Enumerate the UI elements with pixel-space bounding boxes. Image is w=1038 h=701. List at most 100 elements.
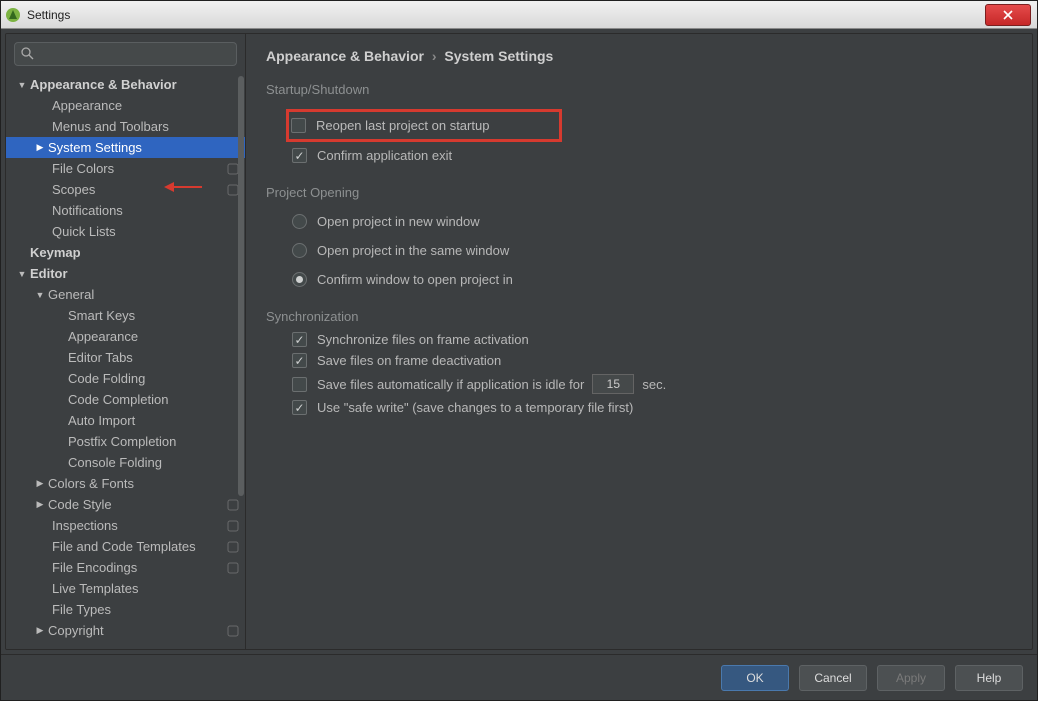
titlebar: Settings [1, 1, 1037, 29]
tree-editor[interactable]: ▼Editor [6, 263, 245, 284]
content-area: ▼Appearance & Behavior Appearance Menus … [5, 33, 1033, 650]
ok-button[interactable]: OK [721, 665, 789, 691]
tree-label: Editor Tabs [68, 350, 133, 365]
close-icon [1003, 10, 1013, 20]
label-safe-write: Use "safe write" (save changes to a temp… [317, 400, 633, 415]
label-save-auto-prefix: Save files automatically if application … [317, 377, 584, 392]
tree-label: Keymap [30, 245, 81, 260]
tree-general[interactable]: ▼General [6, 284, 245, 305]
tree-auto-import[interactable]: Auto Import [6, 410, 245, 431]
chevron-right-icon: ▶ [34, 625, 46, 636]
tree-label: Live Templates [52, 581, 138, 596]
settings-window: Settings ▼Appearance & Behavior Appearan… [0, 0, 1038, 701]
radio-open-new-window[interactable] [292, 214, 307, 229]
sidebar: ▼Appearance & Behavior Appearance Menus … [6, 34, 246, 649]
tree-file-colors[interactable]: File Colors [6, 158, 245, 179]
tree-label: File and Code Templates [52, 539, 196, 554]
checkbox-save-auto[interactable] [292, 377, 307, 392]
annotation-highlight: Reopen last project on startup [286, 109, 562, 142]
tree-file-types[interactable]: File Types [6, 599, 245, 620]
tree-live-templates[interactable]: Live Templates [6, 578, 245, 599]
tree-label: Copyright [48, 623, 104, 638]
tree-appearance-behavior[interactable]: ▼Appearance & Behavior [6, 74, 245, 95]
breadcrumb-separator-icon: › [432, 48, 437, 64]
search-input[interactable] [14, 42, 237, 66]
checkbox-reopen-last[interactable] [291, 118, 306, 133]
tree-label: Appearance [68, 329, 138, 344]
cancel-button[interactable]: Cancel [799, 665, 867, 691]
tree-label: Code Folding [68, 371, 145, 386]
section-startup: Startup/Shutdown [266, 82, 1012, 97]
section-project-opening: Project Opening [266, 185, 1012, 200]
label-sync-frame: Synchronize files on frame activation [317, 332, 529, 347]
search-wrap [6, 34, 245, 74]
label-reopen-last: Reopen last project on startup [316, 118, 489, 133]
label-confirm-exit: Confirm application exit [317, 148, 452, 163]
help-button[interactable]: Help [955, 665, 1023, 691]
tree-inspections[interactable]: Inspections [6, 515, 245, 536]
tree-label: Auto Import [68, 413, 135, 428]
tree-system-settings[interactable]: ▶System Settings [6, 137, 245, 158]
checkbox-safe-write[interactable] [292, 400, 307, 415]
breadcrumb: Appearance & Behavior › System Settings [266, 48, 1012, 64]
tree-label: Scopes [52, 182, 95, 197]
radio-confirm-window[interactable] [292, 272, 307, 287]
radio-open-same-window[interactable] [292, 243, 307, 258]
tree-quick-lists[interactable]: Quick Lists [6, 221, 245, 242]
chevron-right-icon: ▶ [34, 499, 46, 510]
tree-code-completion[interactable]: Code Completion [6, 389, 245, 410]
tree-file-encodings[interactable]: File Encodings [6, 557, 245, 578]
label-save-deactivation: Save files on frame deactivation [317, 353, 501, 368]
chevron-down-icon: ▼ [16, 269, 28, 279]
apply-button[interactable]: Apply [877, 665, 945, 691]
settings-tree[interactable]: ▼Appearance & Behavior Appearance Menus … [6, 74, 245, 649]
tree-label: Editor [30, 266, 68, 281]
tree-label: File Colors [52, 161, 114, 176]
chevron-down-icon: ▼ [16, 80, 28, 90]
checkbox-save-deactivation[interactable] [292, 353, 307, 368]
search-icon [20, 46, 34, 65]
chevron-right-icon: ▶ [34, 142, 46, 153]
tree-notifications[interactable]: Notifications [6, 200, 245, 221]
main-panel: Appearance & Behavior › System Settings … [246, 34, 1032, 649]
tree-appearance2[interactable]: Appearance [6, 326, 245, 347]
tree-label: Appearance [52, 98, 122, 113]
tree-label: Code Completion [68, 392, 168, 407]
label-save-auto-suffix: sec. [642, 377, 666, 392]
tree-postfix-completion[interactable]: Postfix Completion [6, 431, 245, 452]
close-button[interactable] [985, 4, 1031, 26]
tree-label: Inspections [52, 518, 118, 533]
tree-label: Notifications [52, 203, 123, 218]
tree-label: Console Folding [68, 455, 162, 470]
tree-console-folding[interactable]: Console Folding [6, 452, 245, 473]
tree-copyright[interactable]: ▶Copyright [6, 620, 245, 641]
tree-menus-toolbars[interactable]: Menus and Toolbars [6, 116, 245, 137]
tree-label: File Encodings [52, 560, 137, 575]
section-synchronization: Synchronization [266, 309, 1012, 324]
input-idle-seconds[interactable] [592, 374, 634, 394]
sidebar-scrollbar[interactable] [237, 76, 245, 649]
checkbox-sync-frame[interactable] [292, 332, 307, 347]
label-open-same-window: Open project in the same window [317, 243, 509, 258]
dialog-footer: OK Cancel Apply Help [1, 654, 1037, 700]
tree-code-folding[interactable]: Code Folding [6, 368, 245, 389]
tree-smart-keys[interactable]: Smart Keys [6, 305, 245, 326]
label-open-new-window: Open project in new window [317, 214, 480, 229]
tree-appearance[interactable]: Appearance [6, 95, 245, 116]
app-icon [5, 7, 21, 23]
checkbox-confirm-exit[interactable] [292, 148, 307, 163]
window-title: Settings [27, 8, 985, 22]
tree-label: File Types [52, 602, 111, 617]
tree-label: Smart Keys [68, 308, 135, 323]
tree-colors-fonts[interactable]: ▶Colors & Fonts [6, 473, 245, 494]
tree-keymap[interactable]: Keymap [6, 242, 245, 263]
tree-editor-tabs[interactable]: Editor Tabs [6, 347, 245, 368]
breadcrumb-leaf: System Settings [444, 48, 553, 64]
tree-file-code-templates[interactable]: File and Code Templates [6, 536, 245, 557]
tree-label: Menus and Toolbars [52, 119, 169, 134]
tree-scopes[interactable]: Scopes [6, 179, 245, 200]
chevron-down-icon: ▼ [34, 290, 46, 300]
tree-code-style[interactable]: ▶Code Style [6, 494, 245, 515]
scrollbar-thumb[interactable] [238, 76, 244, 496]
tree-label: Appearance & Behavior [30, 77, 177, 92]
